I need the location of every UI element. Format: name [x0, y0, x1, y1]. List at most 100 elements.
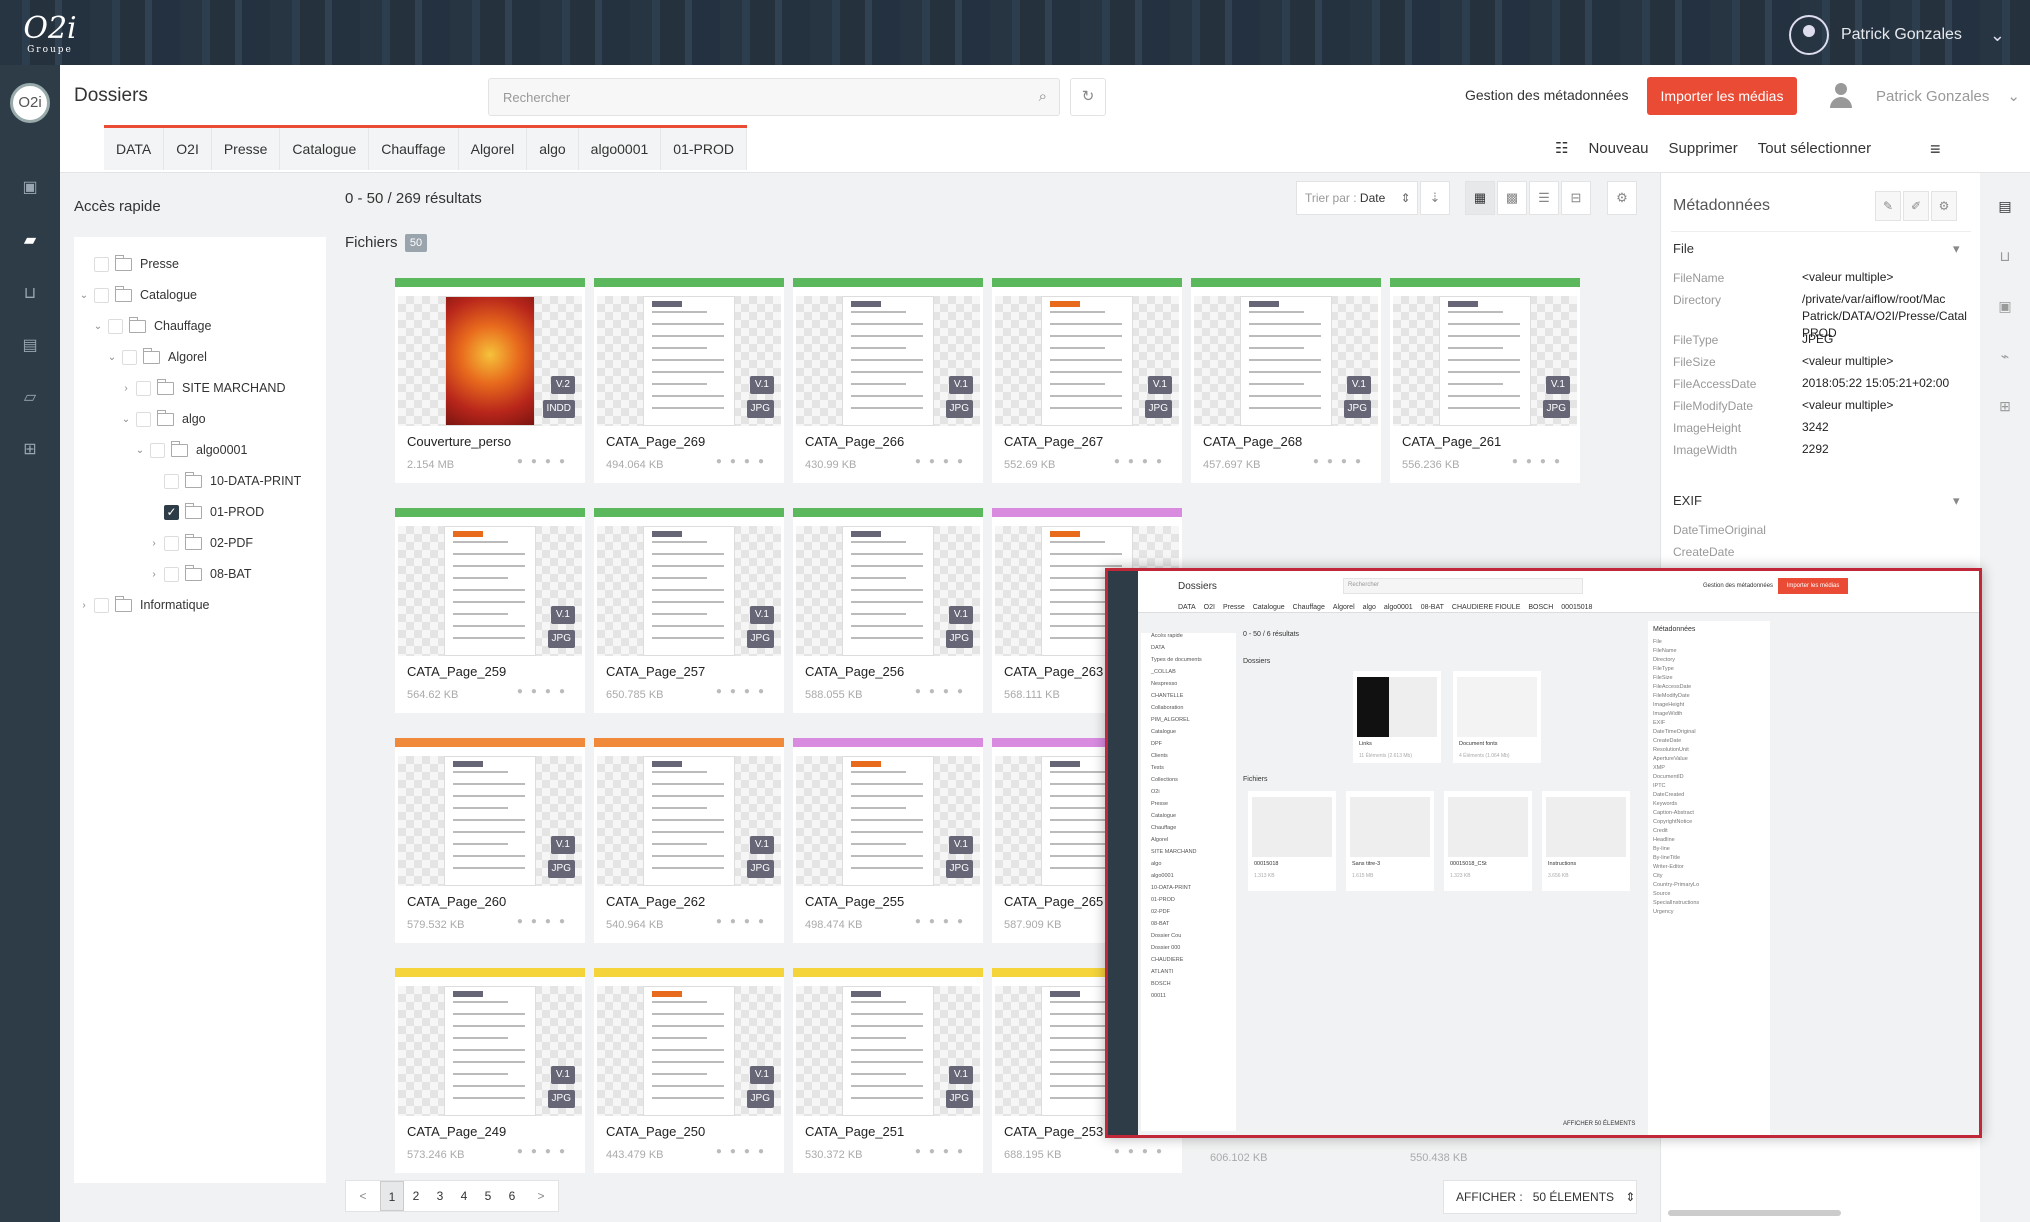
inset-tree-node[interactable]: SITE MARCHAND [1141, 849, 1236, 861]
file-card[interactable]: V.1 JPG CATA_Page_268 457.697 KB ●●●● [1191, 278, 1381, 483]
tree-node[interactable]: Presse [78, 253, 179, 275]
tree-checkbox[interactable] [108, 318, 123, 334]
file-card[interactable]: V.1 JPG CATA_Page_259 564.62 KB ●●●● [395, 508, 585, 713]
file-card[interactable]: V.1 JPG CATA_Page_261 556.236 KB ●●●● [1390, 278, 1580, 483]
page-3-button[interactable]: 3 [428, 1181, 452, 1211]
inset-tab[interactable]: algo0001 [1384, 604, 1413, 611]
inset-tree-node[interactable]: Chauffage [1141, 825, 1236, 837]
gear-icon[interactable]: ⚙ [1931, 191, 1957, 221]
hamburger-menu-icon[interactable]: ≡ [1930, 139, 1941, 160]
exif-section-header[interactable]: EXIF [1673, 493, 1702, 508]
rating-dots[interactable]: ●●●● [517, 686, 573, 697]
inset-tree-node[interactable]: DPF [1141, 741, 1236, 753]
inset-folder-card[interactable]: Links 11 Éléments (2.613 Mb) [1353, 671, 1441, 763]
rating-dots[interactable]: ●●●● [716, 1146, 772, 1157]
file-card[interactable]: V.1 JPG CATA_Page_267 552.69 KB ●●●● [992, 278, 1182, 483]
tree-node[interactable]: ⌄ Catalogue [78, 284, 197, 306]
prev-page-button[interactable]: < [346, 1181, 380, 1211]
inset-tab[interactable]: Algorel [1333, 604, 1355, 611]
tree-checkbox[interactable] [150, 442, 165, 458]
tree-node[interactable]: ⌄ algo0001 [134, 439, 247, 461]
gallery-icon[interactable]: ⊞ [1995, 398, 2015, 418]
basket-icon[interactable]: ⊔ [1995, 248, 2015, 268]
tree-checkbox[interactable] [164, 566, 179, 582]
inset-tab[interactable]: Presse [1223, 604, 1245, 611]
page-5-button[interactable]: 5 [476, 1181, 500, 1211]
inset-tree-node[interactable]: O2i [1141, 789, 1236, 801]
rating-dots[interactable]: ●●●● [1114, 456, 1170, 467]
rating-dots[interactable]: ●●●● [915, 686, 971, 697]
inset-tree-node[interactable]: Catalogue [1141, 729, 1236, 741]
file-card[interactable]: V.1 JPG CATA_Page_250 443.479 KB ●●●● [594, 968, 784, 1173]
tab-01-prod[interactable]: 01-PROD [661, 128, 747, 170]
file-card[interactable]: V.1 JPG CATA_Page_256 588.055 KB ●●●● [793, 508, 983, 713]
chevron-icon[interactable]: ⌄ [134, 445, 146, 456]
pencil-icon[interactable]: ✎ [1875, 191, 1901, 221]
tree-checkbox[interactable]: ✓ [164, 504, 179, 520]
tree-node[interactable]: › SITE MARCHAND [120, 377, 285, 399]
import-media-button[interactable]: Importer les médias [1647, 77, 1797, 115]
company-logo[interactable]: O2i Groupe [18, 12, 82, 58]
inset-tab[interactable]: CHAUDIERE FIOULE [1452, 604, 1520, 611]
inset-page-size[interactable]: AFFICHER 50 ÉLEMENTS [1563, 1121, 1635, 1127]
archive-icon[interactable]: ▣ [1995, 298, 2015, 318]
chevron-icon[interactable]: ⌄ [120, 414, 132, 425]
tree-checkbox[interactable] [164, 473, 179, 489]
tab-algorel[interactable]: Algorel [459, 128, 528, 170]
refresh-button[interactable]: ↻ [1070, 78, 1106, 116]
inset-tree-node[interactable]: BOSCH [1141, 981, 1236, 993]
rating-dots[interactable]: ●●●● [716, 916, 772, 927]
rating-dots[interactable]: ●●●● [915, 456, 971, 467]
tree-node[interactable]: › 02-PDF [148, 532, 253, 554]
inset-tree-node[interactable]: algo [1141, 861, 1236, 873]
inset-tab[interactable]: Catalogue [1253, 604, 1285, 611]
tree-checkbox[interactable] [164, 535, 179, 551]
inset-tree-node[interactable]: Tests [1141, 765, 1236, 777]
file-card[interactable]: V.1 JPG CATA_Page_269 494.064 KB ●●●● [594, 278, 784, 483]
inset-tab[interactable]: O2I [1204, 604, 1215, 611]
rating-dots[interactable]: ●●●● [716, 686, 772, 697]
inset-tree-node[interactable]: _COLLAB [1141, 669, 1236, 681]
search-icon[interactable]: ⌕ [1039, 88, 1047, 105]
document-icon[interactable]: ▤ [1995, 198, 2015, 218]
inset-import-button[interactable]: Importer les médias [1778, 578, 1848, 594]
book-icon[interactable]: ▱ [18, 387, 42, 406]
inset-tree-node[interactable]: 01-PROD [1141, 897, 1236, 909]
inset-file-card[interactable]: 00015018 1.313 KB [1248, 791, 1336, 891]
tree-node[interactable]: 10-DATA-PRINT [148, 470, 301, 492]
page-6-button[interactable]: 6 [500, 1181, 524, 1211]
inset-tab[interactable]: 08-BAT [1421, 604, 1444, 611]
inset-tree-node[interactable]: 00011 [1141, 993, 1236, 1005]
file-card[interactable]: V.1 JPG CATA_Page_257 650.785 KB ●●●● [594, 508, 784, 713]
tree-checkbox[interactable] [136, 411, 151, 427]
basket-icon[interactable]: ⊔ [18, 283, 42, 302]
tree-checkbox[interactable] [94, 287, 109, 303]
tab-catalogue[interactable]: Catalogue [280, 128, 370, 170]
file-section-header[interactable]: File [1673, 241, 1694, 256]
image-icon[interactable]: ▣ [18, 177, 42, 196]
list-view-icon[interactable]: ☰ [1529, 181, 1559, 215]
inset-tree-node[interactable]: Presse [1141, 801, 1236, 813]
attachment-icon[interactable]: ⌁ [1995, 348, 2015, 368]
app-logo-icon[interactable]: O2i [10, 83, 50, 123]
tab-chauffage[interactable]: Chauffage [369, 128, 459, 170]
top-user-menu[interactable]: Patrick Gonzales ⌄ [1788, 15, 2005, 55]
inset-tree-node[interactable]: 08-BAT [1141, 921, 1236, 933]
tree-checkbox[interactable] [122, 349, 137, 365]
inset-tree-node[interactable]: algo0001 [1141, 873, 1236, 885]
inset-tab[interactable]: Chauffage [1293, 604, 1325, 611]
inset-tab[interactable]: 00015018 [1561, 604, 1592, 611]
chevron-icon[interactable]: › [148, 538, 160, 549]
inset-tree-node[interactable]: ATLANTI [1141, 969, 1236, 981]
chevron-icon[interactable]: ⌄ [78, 290, 90, 301]
chevron-icon[interactable]: ⌄ [106, 352, 118, 363]
delete-button[interactable]: Supprimer [1669, 140, 1738, 157]
chevron-icon[interactable]: › [148, 569, 160, 580]
tab-presse[interactable]: Presse [212, 128, 281, 170]
inset-tree-node[interactable]: Collections [1141, 777, 1236, 789]
grid-large-view-icon[interactable]: ▦ [1465, 181, 1495, 215]
file-card[interactable]: V.1 JPG CATA_Page_262 540.964 KB ●●●● [594, 738, 784, 943]
rating-dots[interactable]: ●●●● [1313, 456, 1369, 467]
folder-icon[interactable]: ▰ [18, 230, 42, 249]
archive-icon[interactable]: ▤ [18, 335, 42, 354]
